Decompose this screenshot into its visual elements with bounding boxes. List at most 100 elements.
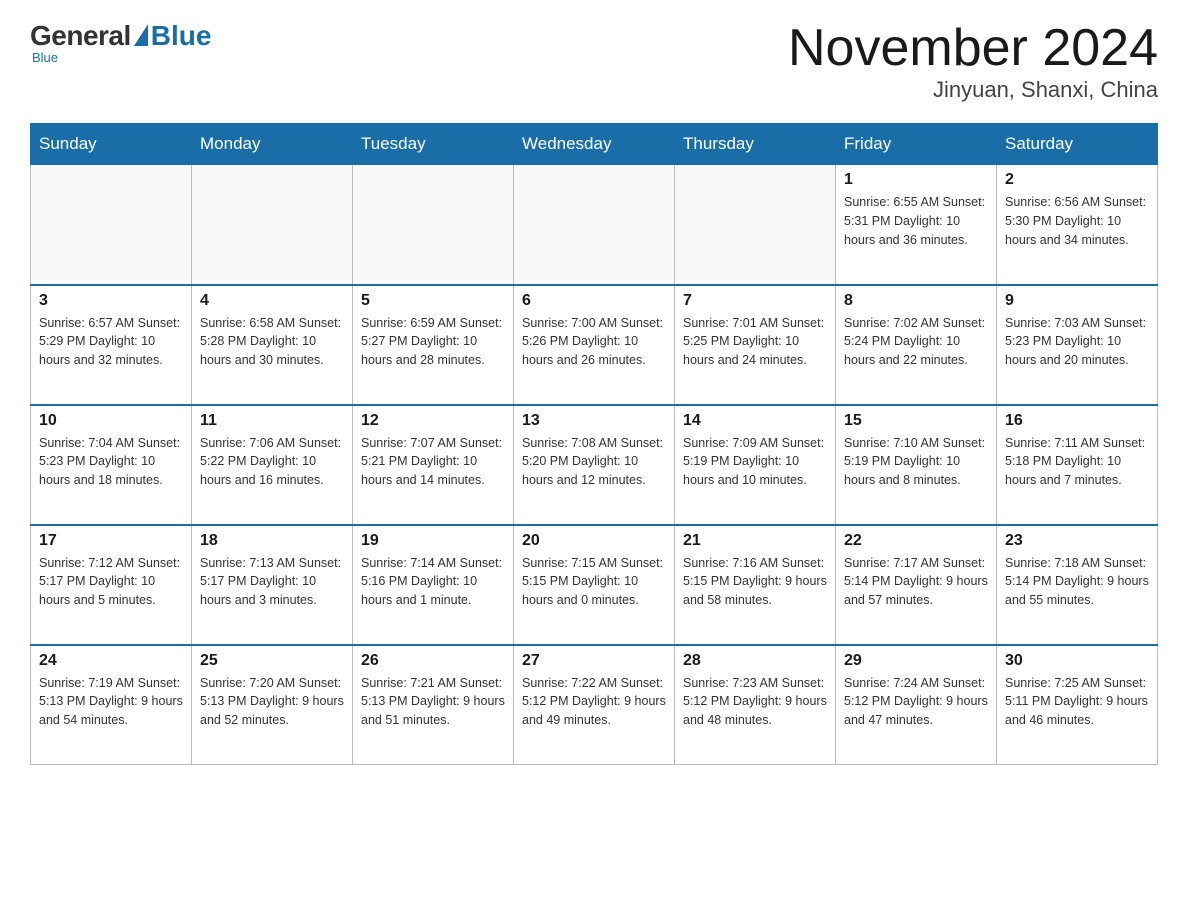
calendar-cell: 28 Sunrise: 7:23 AM Sunset: 5:12 PM Dayli… bbox=[675, 645, 836, 765]
day-number: 30 bbox=[1005, 652, 1149, 670]
weekday-header-row: Sunday Monday Tuesday Wednesday Thursday… bbox=[31, 124, 1158, 165]
header-saturday: Saturday bbox=[997, 124, 1158, 165]
day-info: Sunrise: 7:04 AM Sunset: 5:23 PM Dayligh… bbox=[39, 434, 183, 490]
calendar-cell: 23 Sunrise: 7:18 AM Sunset: 5:14 PM Dayli… bbox=[997, 525, 1158, 645]
calendar-cell: 15Sunrise: 7:10 AM Sunset: 5:19 PM Dayli… bbox=[836, 405, 997, 525]
calendar-cell: 11 Sunrise: 7:06 AM Sunset: 5:22 PM Dayli… bbox=[192, 405, 353, 525]
day-number: 12 bbox=[361, 412, 505, 430]
day-info: Sunrise: 7:07 AM Sunset: 5:21 PM Dayligh… bbox=[361, 434, 505, 490]
day-number: 8 bbox=[844, 292, 988, 310]
week-row-2: 3Sunrise: 6:57 AM Sunset: 5:29 PM Daylig… bbox=[31, 285, 1158, 405]
logo-general-text: General bbox=[30, 20, 131, 52]
calendar-cell: 29 Sunrise: 7:24 AM Sunset: 5:12 PM Dayli… bbox=[836, 645, 997, 765]
day-number: 19 bbox=[361, 532, 505, 550]
day-number: 2 bbox=[1005, 171, 1149, 189]
day-number: 15 bbox=[844, 412, 988, 430]
day-info: Sunrise: 7:18 AM Sunset: 5:14 PM Dayligh… bbox=[1005, 554, 1149, 610]
calendar-cell: 20 Sunrise: 7:15 AM Sunset: 5:15 PM Dayli… bbox=[514, 525, 675, 645]
day-info: Sunrise: 7:06 AM Sunset: 5:22 PM Dayligh… bbox=[200, 434, 344, 490]
day-info: Sunrise: 6:55 AM Sunset: 5:31 PM Dayligh… bbox=[844, 193, 988, 249]
day-number: 11 bbox=[200, 412, 344, 430]
calendar-cell: 18 Sunrise: 7:13 AM Sunset: 5:17 PM Dayli… bbox=[192, 525, 353, 645]
day-number: 26 bbox=[361, 652, 505, 670]
day-info: Sunrise: 7:21 AM Sunset: 5:13 PM Dayligh… bbox=[361, 674, 505, 730]
day-info: Sunrise: 7:01 AM Sunset: 5:25 PM Dayligh… bbox=[683, 314, 827, 370]
day-number: 14 bbox=[683, 412, 827, 430]
calendar-cell: 4 Sunrise: 6:58 AM Sunset: 5:28 PM Daylig… bbox=[192, 285, 353, 405]
day-info: Sunrise: 7:03 AM Sunset: 5:23 PM Dayligh… bbox=[1005, 314, 1149, 370]
calendar-cell: 13 Sunrise: 7:08 AM Sunset: 5:20 PM Dayli… bbox=[514, 405, 675, 525]
day-info: Sunrise: 7:16 AM Sunset: 5:15 PM Dayligh… bbox=[683, 554, 827, 610]
calendar-cell: 24Sunrise: 7:19 AM Sunset: 5:13 PM Dayli… bbox=[31, 645, 192, 765]
day-number: 23 bbox=[1005, 532, 1149, 550]
day-number: 20 bbox=[522, 532, 666, 550]
calendar-cell: 10Sunrise: 7:04 AM Sunset: 5:23 PM Dayli… bbox=[31, 405, 192, 525]
day-number: 13 bbox=[522, 412, 666, 430]
day-number: 22 bbox=[844, 532, 988, 550]
day-info: Sunrise: 7:20 AM Sunset: 5:13 PM Dayligh… bbox=[200, 674, 344, 730]
day-number: 9 bbox=[1005, 292, 1149, 310]
day-number: 18 bbox=[200, 532, 344, 550]
calendar-cell: 21 Sunrise: 7:16 AM Sunset: 5:15 PM Dayli… bbox=[675, 525, 836, 645]
location-subtitle: Jinyuan, Shanxi, China bbox=[788, 77, 1158, 103]
calendar-cell: 22Sunrise: 7:17 AM Sunset: 5:14 PM Dayli… bbox=[836, 525, 997, 645]
day-info: Sunrise: 7:08 AM Sunset: 5:20 PM Dayligh… bbox=[522, 434, 666, 490]
logo-tagline: Blue bbox=[32, 50, 58, 65]
header-friday: Friday bbox=[836, 124, 997, 165]
day-info: Sunrise: 7:12 AM Sunset: 5:17 PM Dayligh… bbox=[39, 554, 183, 610]
calendar-cell bbox=[192, 165, 353, 285]
calendar-cell: 16 Sunrise: 7:11 AM Sunset: 5:18 PM Dayli… bbox=[997, 405, 1158, 525]
day-info: Sunrise: 7:00 AM Sunset: 5:26 PM Dayligh… bbox=[522, 314, 666, 370]
day-number: 25 bbox=[200, 652, 344, 670]
calendar-cell: 14 Sunrise: 7:09 AM Sunset: 5:19 PM Dayli… bbox=[675, 405, 836, 525]
day-number: 29 bbox=[844, 652, 988, 670]
day-number: 1 bbox=[844, 171, 988, 189]
day-number: 4 bbox=[200, 292, 344, 310]
calendar-cell: 30 Sunrise: 7:25 AM Sunset: 5:11 PM Dayli… bbox=[997, 645, 1158, 765]
day-info: Sunrise: 7:09 AM Sunset: 5:19 PM Dayligh… bbox=[683, 434, 827, 490]
calendar-cell: 7Sunrise: 7:01 AM Sunset: 5:25 PM Daylig… bbox=[675, 285, 836, 405]
month-year-title: November 2024 bbox=[788, 20, 1158, 77]
calendar-cell: 5 Sunrise: 6:59 AM Sunset: 5:27 PM Daylig… bbox=[353, 285, 514, 405]
day-info: Sunrise: 6:59 AM Sunset: 5:27 PM Dayligh… bbox=[361, 314, 505, 370]
day-number: 21 bbox=[683, 532, 827, 550]
day-info: Sunrise: 6:57 AM Sunset: 5:29 PM Dayligh… bbox=[39, 314, 183, 370]
day-info: Sunrise: 7:13 AM Sunset: 5:17 PM Dayligh… bbox=[200, 554, 344, 610]
calendar-cell: 8Sunrise: 7:02 AM Sunset: 5:24 PM Daylig… bbox=[836, 285, 997, 405]
calendar-cell bbox=[31, 165, 192, 285]
day-number: 27 bbox=[522, 652, 666, 670]
day-info: Sunrise: 7:11 AM Sunset: 5:18 PM Dayligh… bbox=[1005, 434, 1149, 490]
calendar-cell: 25 Sunrise: 7:20 AM Sunset: 5:13 PM Dayli… bbox=[192, 645, 353, 765]
header-wednesday: Wednesday bbox=[514, 124, 675, 165]
title-area: November 2024 Jinyuan, Shanxi, China bbox=[788, 20, 1158, 103]
calendar-cell: 9 Sunrise: 7:03 AM Sunset: 5:23 PM Daylig… bbox=[997, 285, 1158, 405]
calendar-cell bbox=[353, 165, 514, 285]
day-number: 5 bbox=[361, 292, 505, 310]
logo: General Blue Blue bbox=[30, 20, 211, 65]
day-info: Sunrise: 7:15 AM Sunset: 5:15 PM Dayligh… bbox=[522, 554, 666, 610]
calendar-cell: 26 Sunrise: 7:21 AM Sunset: 5:13 PM Dayli… bbox=[353, 645, 514, 765]
day-info: Sunrise: 7:24 AM Sunset: 5:12 PM Dayligh… bbox=[844, 674, 988, 730]
header-sunday: Sunday bbox=[31, 124, 192, 165]
calendar-cell: 12 Sunrise: 7:07 AM Sunset: 5:21 PM Dayli… bbox=[353, 405, 514, 525]
day-number: 28 bbox=[683, 652, 827, 670]
header-tuesday: Tuesday bbox=[353, 124, 514, 165]
logo-blue-text: Blue bbox=[151, 20, 212, 52]
day-number: 24 bbox=[39, 652, 183, 670]
calendar-cell: 2 Sunrise: 6:56 AM Sunset: 5:30 PM Daylig… bbox=[997, 165, 1158, 285]
calendar-cell: 1 Sunrise: 6:55 AM Sunset: 5:31 PM Daylig… bbox=[836, 165, 997, 285]
day-info: Sunrise: 6:58 AM Sunset: 5:28 PM Dayligh… bbox=[200, 314, 344, 370]
day-info: Sunrise: 7:23 AM Sunset: 5:12 PM Dayligh… bbox=[683, 674, 827, 730]
header-monday: Monday bbox=[192, 124, 353, 165]
calendar-cell: 3Sunrise: 6:57 AM Sunset: 5:29 PM Daylig… bbox=[31, 285, 192, 405]
logo-triangle-icon bbox=[134, 24, 148, 46]
calendar-cell: 19 Sunrise: 7:14 AM Sunset: 5:16 PM Dayli… bbox=[353, 525, 514, 645]
week-row-3: 10Sunrise: 7:04 AM Sunset: 5:23 PM Dayli… bbox=[31, 405, 1158, 525]
page-header: General Blue Blue November 2024 Jinyuan,… bbox=[30, 20, 1158, 103]
calendar-cell: 17Sunrise: 7:12 AM Sunset: 5:17 PM Dayli… bbox=[31, 525, 192, 645]
day-info: Sunrise: 7:14 AM Sunset: 5:16 PM Dayligh… bbox=[361, 554, 505, 610]
day-info: Sunrise: 6:56 AM Sunset: 5:30 PM Dayligh… bbox=[1005, 193, 1149, 249]
day-info: Sunrise: 7:25 AM Sunset: 5:11 PM Dayligh… bbox=[1005, 674, 1149, 730]
calendar-cell: 27Sunrise: 7:22 AM Sunset: 5:12 PM Dayli… bbox=[514, 645, 675, 765]
day-number: 16 bbox=[1005, 412, 1149, 430]
